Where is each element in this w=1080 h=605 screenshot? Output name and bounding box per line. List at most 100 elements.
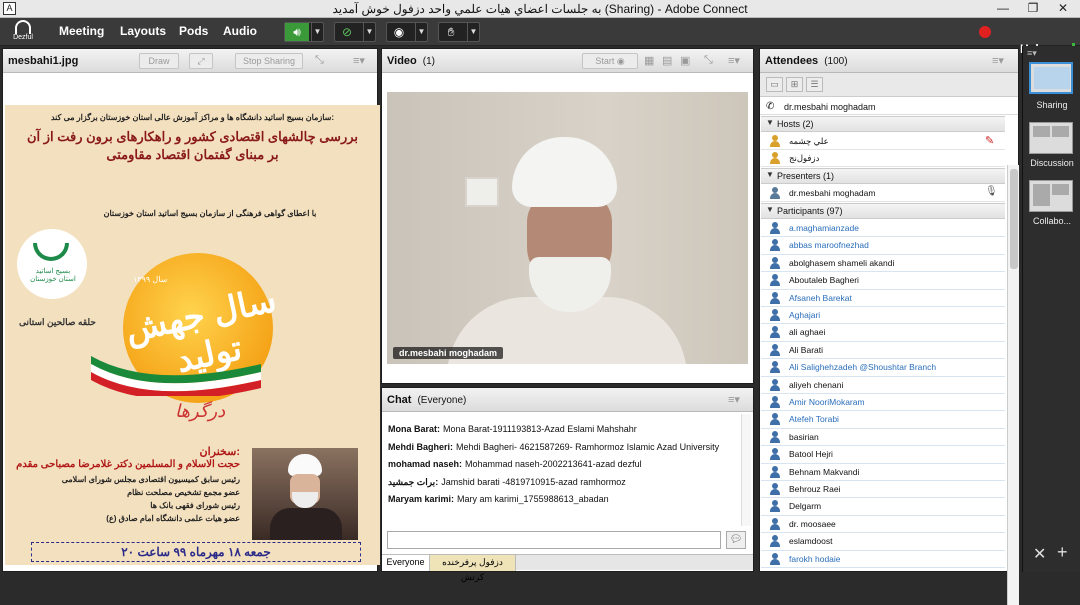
expand-icon[interactable]: ⤡: [704, 54, 713, 67]
minimize-button[interactable]: —: [988, 0, 1018, 18]
chevron-down-icon[interactable]: ▼: [311, 23, 323, 41]
participant-row[interactable]: ali aghaei: [761, 324, 1005, 342]
pod-menu-icon[interactable]: ≡▾: [992, 54, 1004, 67]
participant-user-icon: [769, 517, 781, 530]
participant-name: Delgarm: [789, 501, 822, 512]
participant-row[interactable]: Afsaneh Barekat: [761, 290, 1005, 307]
scrollbar-thumb[interactable]: [1010, 169, 1018, 269]
participants-section-header[interactable]: ▼ Participants (97): [761, 203, 1005, 219]
participant-row[interactable]: aliyeh chenani: [761, 377, 1005, 394]
hosts-label: Hosts (2): [777, 119, 814, 129]
attendee-view-icon[interactable]: ▭: [766, 77, 783, 92]
collapse-arrow-icon[interactable]: ▼: [766, 170, 774, 179]
grid-view-icon[interactable]: ▦: [644, 54, 654, 67]
layout-collaboration-thumb[interactable]: [1029, 180, 1073, 212]
layout-collaboration-label[interactable]: Collabo...: [1023, 216, 1080, 226]
collapse-arrow-icon[interactable]: ▼: [766, 205, 774, 214]
webcam-icon[interactable]: ◉: [387, 23, 411, 41]
emblem-text: بسیج اساتید استان خوزستان: [30, 268, 76, 283]
add-layout-icon[interactable]: +: [1057, 542, 1068, 563]
presenter-view-icon[interactable]: ▣: [680, 54, 690, 67]
participant-row[interactable]: Behnam Makvandi: [761, 464, 1005, 481]
my-status-row[interactable]: ✆ dr.mesbahi moghadam: [760, 99, 1018, 115]
participant-row[interactable]: Behrouz Raei: [761, 481, 1005, 499]
menu-meeting[interactable]: Meeting: [59, 24, 104, 38]
chevron-down-icon[interactable]: ▼: [363, 23, 375, 41]
chat-input[interactable]: [387, 531, 721, 549]
layouts-sidebar: ≡▾ Sharing Discussion Collabo... ✕ +: [1022, 46, 1080, 572]
send-message-icon[interactable]: 💬︎: [726, 531, 746, 549]
layout-sharing-label[interactable]: Sharing: [1023, 100, 1080, 110]
sidebar-menu-icon[interactable]: ≡▾: [1027, 48, 1037, 59]
logo-text: Dezful: [13, 34, 33, 41]
presenters-section-header[interactable]: ▼ Presenters (1): [761, 168, 1005, 184]
speaker-control[interactable]: 🔊︎ ▼: [284, 22, 324, 42]
stop-sharing-button[interactable]: Stop Sharing: [235, 53, 303, 69]
participant-row[interactable]: basirian: [761, 429, 1005, 447]
participant-row[interactable]: Aghajari: [761, 307, 1005, 325]
status-view-icon[interactable]: ☰: [806, 77, 823, 92]
expand-icon[interactable]: ⤡: [315, 54, 324, 67]
host-row[interactable]: علي چشمه ✎: [761, 133, 1005, 151]
attendees-toolbar: ▭ ⊞ ☰: [760, 73, 1018, 97]
microphone-control[interactable]: ⊘ ▼: [334, 22, 376, 42]
participant-row[interactable]: Delgarm: [761, 498, 1005, 516]
participant-user-icon: [769, 274, 781, 287]
chevron-down-icon[interactable]: ▼: [415, 23, 427, 41]
participant-row[interactable]: a.maghamianzade: [761, 220, 1005, 238]
record-indicator-icon[interactable]: [979, 26, 991, 38]
hosts-section-header[interactable]: ▼ Hosts (2): [761, 116, 1005, 132]
host-row[interactable]: دزفول‌نج: [761, 150, 1005, 168]
tab-private-chat[interactable]: دزفول پرفرخنده کرتش: [430, 555, 516, 582]
chat-message: Maryam karimi: Mary am karimi_1755988613_…: [388, 494, 609, 504]
layout-discussion-thumb[interactable]: [1029, 122, 1073, 154]
speaker-icon[interactable]: 🔊︎: [285, 23, 309, 41]
filmstrip-view-icon[interactable]: ▤: [662, 54, 672, 67]
speaker-bio-line: عضو هیات علمی دانشگاه امام صادق (ع): [106, 514, 240, 523]
participant-row[interactable]: abbas maroofnezhad: [761, 237, 1005, 255]
close-window-button[interactable]: ✕: [1048, 0, 1078, 18]
menu-audio[interactable]: Audio: [223, 24, 257, 38]
pod-menu-icon[interactable]: ≡▾: [728, 393, 740, 406]
participant-name: abbas maroofnezhad: [789, 240, 869, 251]
attendees-scrollbar[interactable]: [1007, 165, 1019, 605]
fullscreen-share-icon[interactable]: ⤢: [189, 53, 213, 69]
microphone-muted-icon[interactable]: ⊘: [335, 23, 359, 41]
participant-name: Atefeh Torabi: [789, 414, 839, 425]
tab-everyone[interactable]: Everyone: [382, 555, 430, 571]
collapse-arrow-icon[interactable]: ▼: [766, 118, 774, 127]
presenter-row[interactable]: dr.mesbahi moghadam 🎙︎: [761, 185, 1005, 203]
participant-name: a.maghamianzade: [789, 223, 859, 233]
draw-button[interactable]: Draw: [139, 53, 179, 69]
maximize-button[interactable]: ❐: [1018, 0, 1048, 18]
participants-label: Participants (97): [777, 206, 843, 216]
layout-discussion-label[interactable]: Discussion: [1023, 158, 1080, 168]
layout-sharing-thumb[interactable]: [1029, 62, 1073, 94]
participant-row[interactable]: Ali Barati: [761, 342, 1005, 360]
menu-layouts[interactable]: Layouts: [120, 24, 166, 38]
raise-hand-icon[interactable]: ✋︎: [439, 23, 463, 41]
menu-pods[interactable]: Pods: [179, 24, 208, 38]
participant-row[interactable]: Amir NooriMokaram: [761, 394, 1005, 412]
participant-name: Aghajari: [789, 310, 821, 320]
participant-row[interactable]: farokh hodaie: [761, 551, 1005, 568]
start-webcam-button[interactable]: Start ◉: [582, 53, 638, 69]
participant-row[interactable]: Atefeh Torabi: [761, 411, 1005, 429]
raise-hand-control[interactable]: ✋︎ ▼: [438, 22, 480, 42]
webcam-control[interactable]: ◉ ▼: [386, 22, 428, 42]
participant-row[interactable]: Aboutaleb Bagheri: [761, 272, 1005, 290]
participant-row[interactable]: Ali Salighehzadeh @Shoushtar Branch: [761, 359, 1005, 377]
pod-menu-icon[interactable]: ≡▾: [728, 54, 740, 67]
webcam-feed[interactable]: dr.mesbahi moghadam: [387, 92, 748, 364]
chevron-down-icon[interactable]: ▼: [467, 23, 479, 41]
participant-row[interactable]: dr. moosaee: [761, 516, 1005, 534]
presenter-name: dr.mesbahi moghadam: [789, 188, 876, 198]
pod-menu-icon[interactable]: ≡▾: [353, 54, 365, 67]
edit-layouts-icon[interactable]: ✕: [1033, 544, 1046, 564]
participant-row[interactable]: eslamdoost: [761, 533, 1005, 551]
participant-user-icon: [769, 326, 781, 339]
participant-row[interactable]: abolghasem shameli akandi: [761, 255, 1005, 273]
participant-row[interactable]: Batool Hejri: [761, 446, 1005, 464]
breakout-view-icon[interactable]: ⊞: [786, 77, 803, 92]
chat-scrollbar[interactable]: [741, 414, 751, 526]
